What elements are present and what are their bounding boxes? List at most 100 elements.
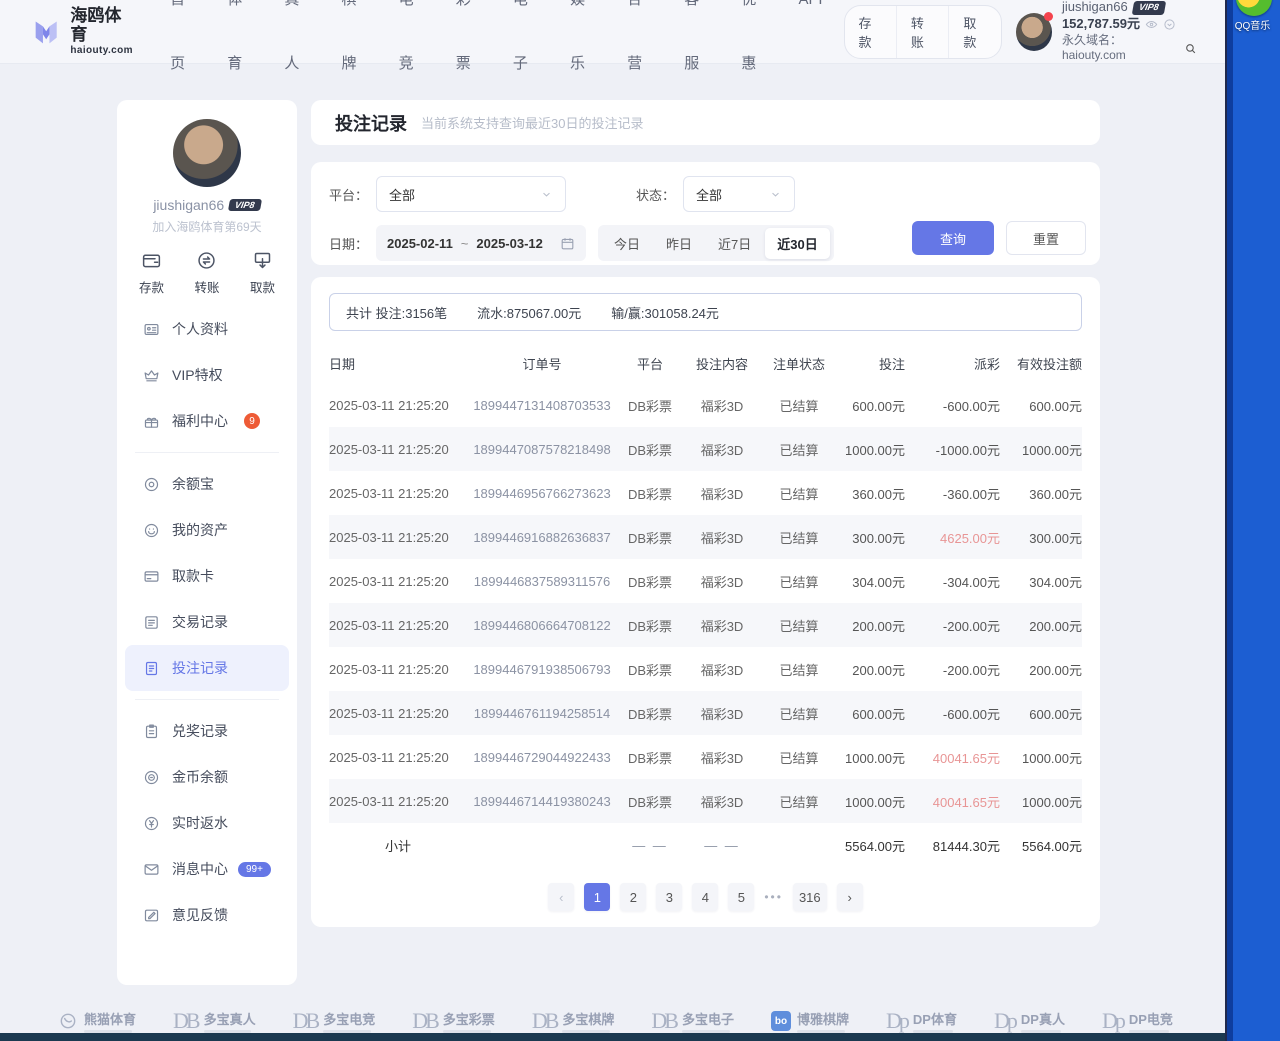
brand-logo[interactable]: 海鸥体育 haiouty.com (30, 7, 135, 55)
subtotal-valid: 5564.00元 (1000, 836, 1082, 855)
wallet-action-转账[interactable]: 转账 (896, 6, 948, 58)
nav-menu-item-客服[interactable]: 客服 (669, 0, 726, 96)
footer-logo-多宝棋牌[interactable]: DB多宝棋牌 (532, 1009, 615, 1033)
bottom-dark-bar (0, 1033, 1225, 1041)
sidebar-avatar[interactable] (173, 119, 241, 187)
wallet-action-存款[interactable]: 存款 (845, 6, 896, 58)
footer-logo-多宝电竞[interactable]: DB多宝电竞 (293, 1009, 376, 1033)
withdraw-icon (252, 250, 273, 271)
footer-logo-博雅棋牌[interactable]: bo博雅棋牌 (771, 1009, 849, 1033)
sidebar-item-badge: 99+ (238, 862, 271, 877)
top-navbar: 海鸥体育 haiouty.com 首页体育真人棋牌电竞彩票电子娱乐合营客服优惠A… (0, 0, 1225, 64)
footer-logo-name: DP真人 (1021, 1009, 1065, 1033)
footer-logo-DP体育[interactable]: DpDP体育 (886, 1009, 957, 1033)
page-title: 投注记录 (335, 110, 407, 136)
cell-date: 2025-03-11 21:25:20 (329, 618, 467, 633)
quick-action-取款[interactable]: 取款 (250, 250, 275, 296)
range-昨日[interactable]: 昨日 (654, 228, 704, 259)
pagination-page-2[interactable]: 2 (620, 883, 646, 911)
search-icon[interactable] (1184, 42, 1197, 55)
cell-platform: DB彩票 (617, 440, 683, 459)
sidebar-item-VIP特权[interactable]: VIP特权 (117, 352, 297, 398)
footer-logo-熊猫体育[interactable]: 熊猫体育 (58, 1009, 136, 1033)
cell-order: 1899446761194258514 (467, 706, 617, 721)
sidebar-item-金币余额[interactable]: 金币余额 (117, 754, 297, 800)
cell-date: 2025-03-11 21:25:20 (329, 486, 467, 501)
cell-order: 1899447131408703533 (467, 398, 617, 413)
nav-menu-item-电子[interactable]: 电子 (498, 0, 555, 96)
date-range-input[interactable]: 2025-02-11 ~ 2025-03-12 (376, 225, 586, 261)
brand-domain: haiouty.com (70, 45, 135, 56)
sidebar-item-交易记录[interactable]: 交易记录 (117, 599, 297, 645)
eye-icon[interactable] (1145, 18, 1158, 31)
range-今日[interactable]: 今日 (602, 228, 652, 259)
cell-payout: -600.00元 (905, 396, 1000, 415)
nav-menu-item-彩票[interactable]: 彩票 (441, 0, 498, 96)
sidebar-item-兑奖记录[interactable]: 兑奖记录 (117, 708, 297, 754)
nav-menu-item-棋牌[interactable]: 棋牌 (327, 0, 384, 96)
footer-logo-DP电竞[interactable]: DpDP电竞 (1102, 1009, 1173, 1033)
footer-logo-多宝彩票[interactable]: DB多宝彩票 (412, 1009, 495, 1033)
subtotal-row: 小计— —— —5564.00元81444.30元5564.00元 (329, 823, 1082, 867)
reset-button[interactable]: 重置 (1006, 221, 1086, 255)
sidebar-item-投注记录[interactable]: 投注记录 (125, 645, 289, 691)
footer-logo-name: 多宝棋牌 (562, 1009, 614, 1033)
pagination-page-5[interactable]: 5 (728, 883, 754, 911)
sidebar-item-个人资料[interactable]: 个人资料 (117, 306, 297, 352)
cell-date: 2025-03-11 21:25:20 (329, 574, 467, 589)
cell-payout: 4625.00元 (905, 528, 1000, 547)
cell-valid: 600.00元 (1000, 396, 1082, 415)
footer-partner-logos: 熊猫体育DB多宝真人DB多宝电竞DB多宝彩票DB多宝棋牌DB多宝电子bo博雅棋牌… (0, 1009, 1225, 1033)
status-select[interactable]: 全部 (683, 176, 795, 212)
col-header-投注: 投注 (837, 354, 905, 373)
pagination-page-316[interactable]: 316 (793, 883, 827, 911)
nav-menu-item-优惠[interactable]: 优惠 (726, 0, 783, 96)
pagination-next[interactable]: › (837, 883, 863, 911)
sidebar-item-label: 消息中心 (172, 859, 228, 879)
user-avatar[interactable] (1016, 13, 1052, 51)
footer-logo-DP真人[interactable]: DpDP真人 (994, 1009, 1065, 1033)
goldcoin-icon (143, 769, 160, 786)
range-近7日[interactable]: 近7日 (706, 228, 763, 259)
db-logo-icon: DB (651, 1010, 676, 1032)
date-start: 2025-02-11 (387, 236, 453, 251)
wallet-action-取款[interactable]: 取款 (948, 6, 1000, 58)
nav-menu-item-真人[interactable]: 真人 (269, 0, 326, 96)
nav-menu-item-体育[interactable]: 体育 (212, 0, 269, 96)
nav-menu-item-电竞[interactable]: 电竞 (384, 0, 441, 96)
sidebar-item-取款卡[interactable]: 取款卡 (117, 553, 297, 599)
sidebar-item-实时返水[interactable]: 实时返水 (117, 800, 297, 846)
search-button[interactable]: 查询 (912, 221, 994, 255)
nav-menu-item-合营[interactable]: 合营 (612, 0, 669, 96)
sidebar-item-我的资产[interactable]: 我的资产 (117, 507, 297, 553)
table-row: 2025-03-11 21:25:201899446837589311576DB… (329, 559, 1082, 603)
footer-logo-多宝电子[interactable]: DB多宝电子 (651, 1009, 734, 1033)
footer-logo-多宝真人[interactable]: DB多宝真人 (173, 1009, 256, 1033)
cell-status: 已结算 (761, 396, 837, 415)
pagination-page-3[interactable]: 3 (656, 883, 682, 911)
nav-menu-item-APP[interactable]: APP (784, 0, 844, 96)
table-row: 2025-03-11 21:25:201899447087578218498DB… (329, 427, 1082, 471)
cell-order: 1899446806664708122 (467, 618, 617, 633)
qq-music-desktop-icon[interactable] (1236, 0, 1272, 16)
sidebar-item-余额宝[interactable]: 余额宝 (117, 461, 297, 507)
table-row: 2025-03-11 21:25:201899446956766273623DB… (329, 471, 1082, 515)
sidebar-item-消息中心[interactable]: 消息中心 99+ (117, 846, 297, 892)
quick-action-转账[interactable]: 转账 (194, 250, 219, 296)
cell-bet: 304.00元 (837, 572, 905, 591)
range-近30日[interactable]: 近30日 (765, 228, 829, 259)
nav-menu-item-首页[interactable]: 首页 (155, 0, 212, 96)
platform-select[interactable]: 全部 (376, 176, 566, 212)
pagination-page-1[interactable]: 1 (584, 883, 610, 911)
pagination-page-4[interactable]: 4 (692, 883, 718, 911)
sidebar-item-福利中心[interactable]: 福利中心9 (117, 398, 297, 444)
platform-value: 全部 (389, 185, 415, 204)
cell-payout: -360.00元 (905, 484, 1000, 503)
quick-action-存款[interactable]: 存款 (139, 250, 164, 296)
sidebar-item-意见反馈[interactable]: 意见反馈 (117, 892, 297, 938)
nav-menu: 首页体育真人棋牌电竞彩票电子娱乐合营客服优惠APP (155, 0, 843, 96)
cell-valid: 200.00元 (1000, 616, 1082, 635)
pagination-prev[interactable]: ‹ (548, 883, 574, 911)
nav-menu-item-娱乐[interactable]: 娱乐 (555, 0, 612, 96)
chevron-down-circle-icon[interactable] (1163, 18, 1176, 31)
